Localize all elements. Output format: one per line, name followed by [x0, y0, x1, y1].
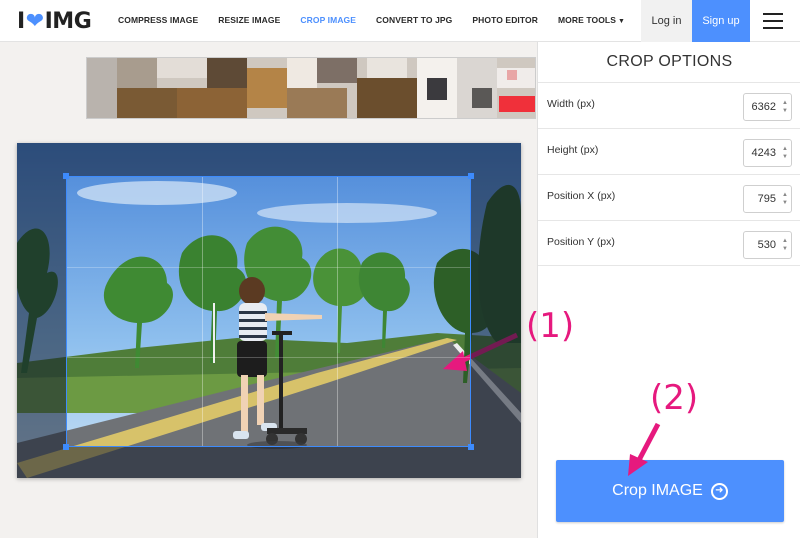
top-navigation-bar: I ❤ IMG COMPRESS IMAGE RESIZE IMAGE CROP…: [0, 0, 800, 42]
heart-icon: ❤: [25, 8, 44, 34]
logo-left: I: [17, 8, 25, 34]
crop-handle-bottom-right[interactable]: [468, 444, 474, 450]
annotation-label-2: (2): [650, 378, 699, 418]
crop-grid-line: [67, 357, 470, 358]
crop-grid-line: [337, 177, 338, 446]
nav-more-tools[interactable]: MORE TOOLS ▼: [558, 15, 625, 25]
ad-banner[interactable]: [86, 57, 536, 119]
crop-mask-left: [17, 176, 66, 447]
pixelated-ad-image: [87, 58, 535, 118]
crop-image-button[interactable]: Crop IMAGE ➜: [556, 460, 784, 522]
panel-title: CROP OPTIONS: [606, 53, 733, 70]
nav-resize-image[interactable]: RESIZE IMAGE: [218, 15, 280, 25]
nav-convert-to-jpg[interactable]: CONVERT TO JPG: [376, 15, 452, 25]
height-option: Height (px) 4243 ▲ ▼: [538, 128, 800, 174]
position-y-option: Position Y (px) 530 ▲ ▼: [538, 220, 800, 266]
signup-button[interactable]: Sign up: [692, 0, 750, 42]
height-label: Height (px): [547, 144, 599, 156]
annotation-label-1: (1): [526, 306, 575, 346]
position-x-label: Position X (px): [547, 190, 616, 202]
width-value: 6362: [751, 101, 776, 113]
position-y-input[interactable]: 530 ▲ ▼: [743, 231, 792, 259]
logo-right: IMG: [44, 8, 92, 34]
crop-selection-box[interactable]: [63, 173, 474, 450]
crop-mask-right: [471, 176, 521, 447]
crop-handle-top-right[interactable]: [468, 173, 474, 179]
crop-button-label: Crop IMAGE: [612, 482, 703, 499]
nav-photo-editor[interactable]: PHOTO EDITOR: [472, 15, 538, 25]
nav-more-tools-label: MORE TOOLS: [557, 15, 616, 25]
width-input[interactable]: 6362 ▲ ▼: [743, 93, 792, 121]
height-value: 4243: [751, 147, 776, 159]
crop-handle-bottom-left[interactable]: [63, 444, 69, 450]
spinner-icon[interactable]: ▲ ▼: [782, 99, 788, 115]
width-label: Width (px): [547, 98, 595, 110]
position-x-value: 795: [757, 193, 776, 205]
arrow-right-circle-icon: ➜: [710, 482, 728, 500]
chevron-down-icon: ▼: [617, 18, 626, 25]
logo[interactable]: I ❤ IMG: [17, 8, 92, 34]
hamburger-menu-icon[interactable]: [763, 13, 783, 29]
nav-crop-image[interactable]: CROP IMAGE: [300, 15, 356, 25]
spinner-icon[interactable]: ▲ ▼: [782, 237, 788, 253]
image-canvas[interactable]: [17, 143, 521, 478]
annotation-arrow-2: [628, 422, 661, 476]
crop-grid-line: [67, 267, 470, 268]
width-option: Width (px) 6362 ▲ ▼: [538, 82, 800, 128]
spinner-icon[interactable]: ▲ ▼: [782, 191, 788, 207]
position-x-option: Position X (px) 795 ▲ ▼: [538, 174, 800, 220]
spinner-icon[interactable]: ▲ ▼: [782, 145, 788, 161]
crop-grid-line: [202, 177, 203, 446]
position-y-value: 530: [757, 239, 776, 251]
position-x-input[interactable]: 795 ▲ ▼: [743, 185, 792, 213]
position-y-label: Position Y (px): [547, 236, 615, 248]
crop-handle-top-left[interactable]: [63, 173, 69, 179]
height-input[interactable]: 4243 ▲ ▼: [743, 139, 792, 167]
login-button[interactable]: Log in: [641, 0, 692, 42]
crop-mask-bottom: [17, 447, 521, 478]
nav-compress-image[interactable]: COMPRESS IMAGE: [118, 15, 198, 25]
main-nav: COMPRESS IMAGE RESIZE IMAGE CROP IMAGE C…: [118, 15, 645, 25]
crop-mask-top: [17, 143, 521, 176]
